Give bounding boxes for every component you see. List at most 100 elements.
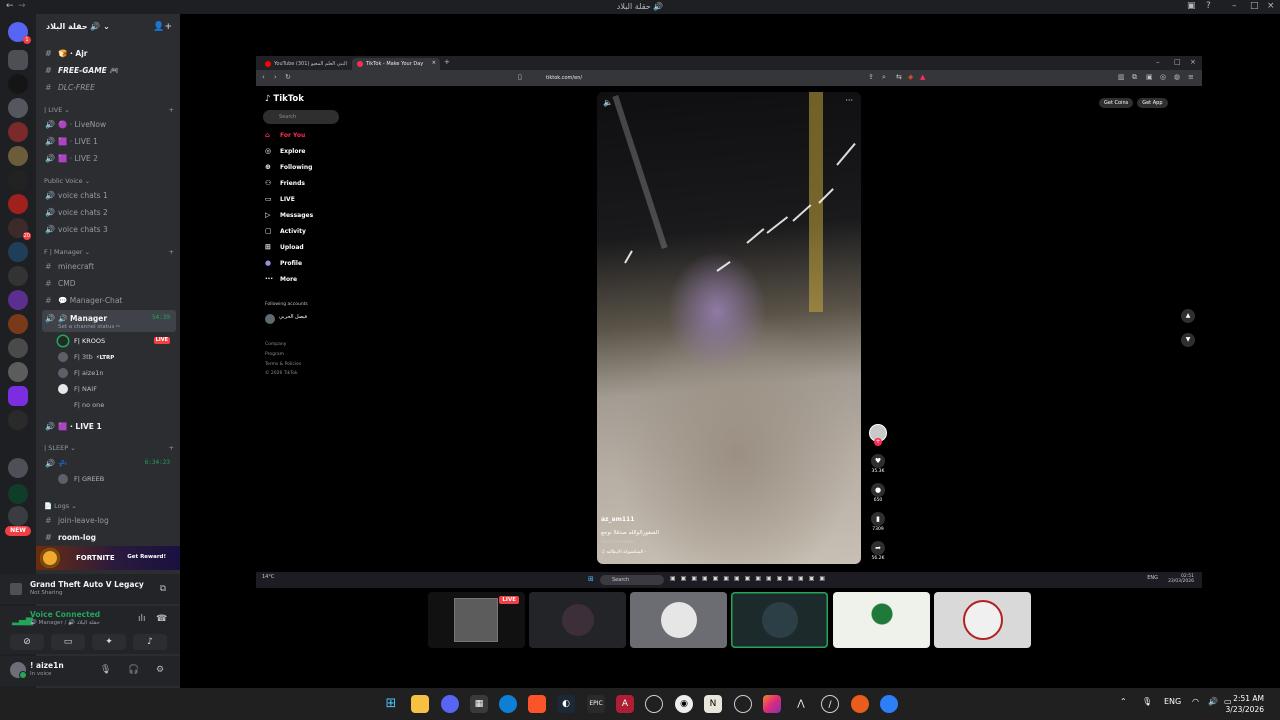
participant-tile-speaking[interactable] [731,592,828,648]
server-icon[interactable] [8,170,28,190]
nav-following[interactable]: ⊕ Following [265,162,355,176]
nav-live[interactable]: ▭ LIVE [265,194,355,208]
app-icon[interactable]: A [616,695,634,713]
microphone-icon[interactable]: 🎙 [1142,697,1152,706]
category-public[interactable]: Public Voice ⌄ [44,177,174,185]
more-options-icon[interactable]: ··· [845,96,853,105]
active-voice-channel[interactable]: 🔊 🔊 Manager 54:39 Set a channel status ✏ [42,310,176,332]
wallet-icon[interactable]: ▣ [1146,73,1153,81]
reload-icon[interactable]: ↻ [285,73,291,81]
server-icon[interactable] [8,146,28,166]
wifi-icon[interactable]: ◠ [1192,697,1199,706]
channel-item[interactable]: # room-log [42,529,176,545]
server-icon[interactable] [8,74,28,94]
channel-item[interactable]: # minecraft [42,258,176,274]
avatar[interactable] [10,662,27,679]
voice-channel[interactable]: 🔊 🟪 · LIVE 2 [42,150,176,166]
microphone-icon[interactable]: 🎙 [100,665,111,675]
server-icon[interactable] [8,338,28,358]
previous-video-button[interactable]: ▲ [1181,309,1195,323]
app-icon[interactable] [851,695,869,713]
voice-member[interactable]: F| 3tb ⚡LTRP [56,350,174,364]
server-icon[interactable] [8,266,28,286]
invite-icon[interactable]: 👤+ [153,22,172,32]
app-icon[interactable]: ◉ [675,695,693,713]
nav-for-you[interactable]: ⌂ For You [265,130,355,144]
voice-member[interactable]: F| GREEB [56,472,174,486]
system-clock[interactable]: 2:51 AM 3/23/2026 [1226,693,1264,715]
category-logs[interactable]: 📄 Logs ⌄ [44,502,174,510]
help-icon[interactable]: ? [1206,1,1211,11]
channel-status[interactable]: Set a channel status ✏ [58,324,121,330]
channel-item[interactable]: # CMD [42,275,176,291]
server-icon[interactable] [8,314,28,334]
footer-link[interactable]: Company [265,342,286,347]
back-arrow-icon[interactable]: ‹ [262,73,265,81]
app-icon[interactable] [645,695,663,713]
nav-friends[interactable]: ⚇ Friends [265,178,355,192]
server-icon[interactable] [8,122,28,142]
browser-tab[interactable]: YouTube (301) النبي العلم المعيو [260,58,350,70]
camera-off-button[interactable]: ⊘ [10,634,44,650]
gear-icon[interactable]: ⚙ [156,665,164,675]
server-icon[interactable]: 20 [8,218,31,240]
maximize-icon[interactable]: □ [1250,1,1259,11]
mute-icon[interactable]: 🔈 [603,98,613,107]
nav-activity[interactable]: ▢ Activity [265,226,355,240]
brave-icon[interactable] [528,695,546,713]
nav-profile[interactable]: ● Profile [265,258,355,272]
headphones-icon[interactable]: 🎧 [128,665,139,675]
add-channel-icon[interactable]: + [169,444,174,452]
video-username[interactable]: az_am111 [601,516,634,523]
instagram-icon[interactable] [763,695,781,713]
footer-link[interactable]: Program [265,352,284,357]
windows-start-icon[interactable]: ⊞ [382,695,400,713]
server-icon[interactable] [8,484,28,504]
save-button[interactable]: ▮ 7309 [868,512,888,532]
close-tab-icon[interactable]: × [432,60,436,66]
zoom-icon[interactable]: ⌕ [882,73,886,82]
channel-item[interactable]: # 💬 Manager-Chat [42,292,176,308]
screen-share-button[interactable]: ▭ [51,634,85,650]
next-video-button[interactable]: ▼ [1181,333,1195,347]
app-icon[interactable]: ⋀ [792,695,810,713]
participant-tile[interactable] [934,592,1031,648]
close-icon[interactable]: × [1267,1,1275,11]
server-icon[interactable] [8,194,28,214]
see-translation-link[interactable]: See translation [601,540,635,545]
share-button[interactable]: ➦ 56.2K [868,541,888,561]
edge-icon[interactable] [499,695,517,713]
server-header[interactable]: حقلة البلاد 🔊 ⌄ 👤+ [36,14,180,40]
footer-link[interactable]: Terms & Policies [265,362,301,367]
add-channel-icon[interactable]: + [169,248,174,256]
get-coins-button[interactable]: Get Coins [1099,98,1134,108]
channel-item[interactable]: # join-leave-log [42,512,176,528]
fortnite-promo[interactable]: FORTNITE Get Reward! [36,546,180,570]
server-icon[interactable] [8,506,28,526]
translate-icon[interactable]: ⇆ [896,73,902,81]
new-tab-icon[interactable]: + [444,58,450,66]
epic-games-icon[interactable]: EPIC [587,695,605,713]
server-icon[interactable] [8,242,28,262]
maximize-icon[interactable]: □ [1174,58,1181,66]
channel-item[interactable]: # 🍞 · Ajr [42,45,176,61]
inbox-icon[interactable]: ▣ [1187,1,1196,11]
category-sleep[interactable]: | SLEEP ⌄ + [44,444,174,452]
app-icon[interactable]: / [821,695,839,713]
video-music[interactable]: ♫ الشكشوكة الايطاليه - [601,550,646,555]
creator-avatar[interactable]: + [868,424,888,446]
profile-icon[interactable]: ◍ [1174,73,1180,81]
app-icon[interactable] [734,695,752,713]
voice-channel-path[interactable]: 🔊 Manager / 🔊 حقلة البلاد [30,620,100,626]
server-icon[interactable] [8,50,28,70]
browser-tab-active[interactable]: TikTok - Make Your Day × [352,58,440,70]
forward-arrow-icon[interactable]: › [274,73,277,81]
minimize-icon[interactable]: – [1156,58,1160,66]
server-icon[interactable] [8,362,28,382]
language-indicator[interactable]: ENG [1164,697,1181,706]
nav-more[interactable]: ··· More [265,274,355,288]
follow-plus-icon[interactable]: + [874,438,882,446]
voice-member[interactable]: F| NAIF [56,382,174,396]
voice-channel[interactable]: 🔊 🟪 · LIVE 1 [42,133,176,149]
notion-icon[interactable]: N [704,695,722,713]
